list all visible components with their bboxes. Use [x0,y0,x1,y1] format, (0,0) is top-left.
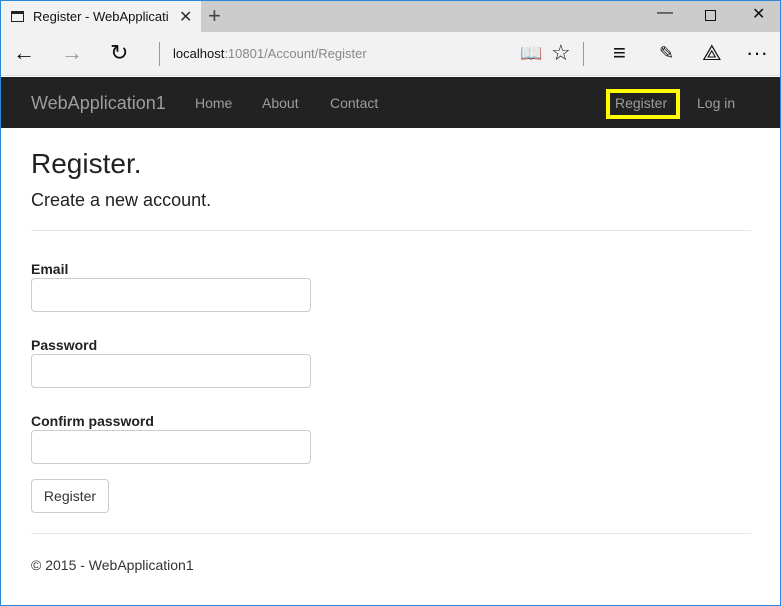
close-window-icon[interactable]: ✕ [752,4,765,24]
url-host: localhost [173,46,225,61]
tab-bar: Register - WebApplication1 ✕ + — ✕ [0,0,781,32]
maximize-icon[interactable] [705,10,716,21]
hub-icon[interactable]: ≡ [613,41,626,65]
browser-tab[interactable]: Register - WebApplication1 ✕ [1,1,201,32]
divider [159,42,160,66]
footer-text: © 2015 - WebApplication1 [31,557,194,573]
nav-register[interactable]: Register [615,95,667,111]
nav-login[interactable]: Log in [697,95,735,111]
reading-view-icon[interactable]: 📖 [520,41,542,65]
divider [31,230,751,231]
address-bar[interactable]: localhost:10801/Account/Register [173,46,367,61]
divider [31,533,751,534]
divider [583,42,584,66]
share-icon[interactable]: ⟁ [702,41,722,65]
email-field[interactable] [31,278,311,312]
nav-contact[interactable]: Contact [330,95,378,111]
url-path: :10801/Account/Register [224,46,367,61]
page-title: Register. [31,148,142,179]
minimize-icon[interactable]: — [657,4,673,22]
web-note-icon[interactable]: ✎ [659,41,674,65]
nav-about[interactable]: About [262,95,299,111]
new-tab-icon[interactable]: + [208,3,221,29]
page-subtitle: Create a new account. [31,190,212,210]
brand-link[interactable]: WebApplication1 [31,93,166,114]
back-icon[interactable]: ← [13,41,35,65]
refresh-icon[interactable]: ↻ [110,41,128,65]
forward-icon[interactable]: → [61,41,83,65]
address-toolbar: ← → ↻ localhost:10801/Account/Register 📖… [0,32,781,76]
navbar: WebApplication1 Home About Contact Regis… [0,77,781,128]
close-tab-icon[interactable]: ✕ [179,7,192,27]
password-field[interactable] [31,354,311,388]
tab-title: Register - WebApplication1 [33,9,168,24]
more-icon[interactable]: ··· [746,41,768,65]
register-button[interactable]: Register [31,479,109,513]
favorite-star-icon[interactable]: ☆ [551,41,571,65]
confirm-password-field[interactable] [31,430,311,464]
password-label: Password [31,337,98,353]
email-label: Email [31,261,69,277]
nav-home[interactable]: Home [195,95,232,111]
page-icon [11,11,24,22]
confirm-password-label: Confirm password [31,413,154,429]
